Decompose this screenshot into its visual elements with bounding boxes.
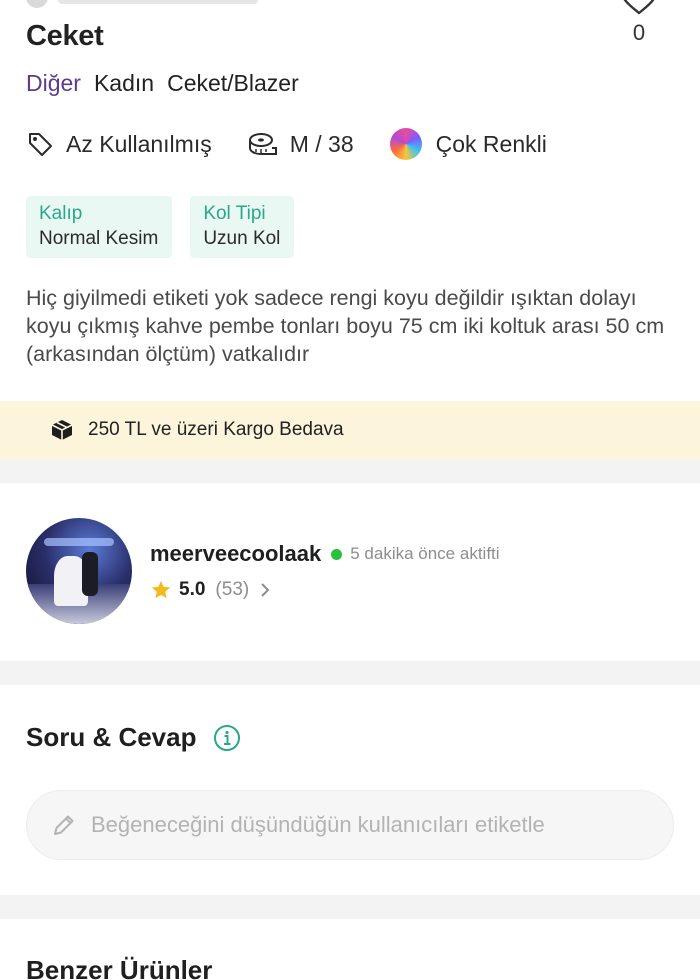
box-icon — [51, 420, 73, 440]
section-divider — [0, 459, 700, 483]
seller-last-active: 5 dakika önce aktifti — [350, 544, 500, 563]
tape-measure-icon — [248, 133, 277, 155]
qa-section-header: Soru & Cevap — [26, 722, 241, 753]
breadcrumb-item[interactable]: Ceket/Blazer — [167, 70, 299, 97]
color-text: Çok Renkli — [435, 130, 547, 157]
multicolor-swatch-icon — [389, 128, 422, 160]
seller-avatar[interactable] — [26, 518, 132, 624]
seller-card[interactable]: meerveecoolaak 5 dakika önce aktifti 5.0… — [26, 518, 500, 624]
spec-chip-value: Normal Kesim — [39, 228, 159, 249]
size-text: M / 38 — [289, 130, 354, 157]
top-text-stub — [58, 0, 258, 4]
condition-text: Az Kullanılmış — [66, 130, 212, 157]
breadcrumb-item[interactable]: Kadın — [94, 70, 154, 97]
tag-icon — [29, 133, 52, 156]
section-divider — [0, 895, 700, 919]
tag-users-input[interactable]: Beğeneceğini düşündüğün kullanıcıları et… — [26, 790, 674, 860]
section-divider — [0, 661, 700, 685]
spec-chips: Kalıp Normal Kesim Kol Tipi Uzun Kol — [26, 196, 295, 258]
seller-username[interactable]: meerveecoolaak — [150, 541, 321, 567]
product-description: Hiç giyilmedi etiketi yok sadece rengi k… — [26, 286, 665, 366]
free-shipping-banner: 250 TL ve üzeri Kargo Bedava — [0, 401, 700, 459]
info-icon[interactable] — [213, 724, 241, 752]
condition-attribute: Az Kullanılmış — [26, 130, 212, 158]
top-avatar-stub — [26, 0, 48, 8]
online-status-dot — [331, 548, 343, 560]
star-icon — [151, 580, 171, 599]
color-attribute: Çok Renkli — [389, 128, 547, 160]
spec-chip-value: Uzun Kol — [203, 228, 281, 249]
spec-chip-label: Kol Tipi — [203, 203, 266, 224]
similar-products-title: Benzer Ürünler — [26, 955, 213, 980]
free-shipping-text: 250 TL ve üzeri Kargo Bedava — [88, 419, 344, 440]
spec-chip: Kol Tipi Uzun Kol — [190, 196, 295, 258]
spec-chip-label: Kalıp — [39, 203, 83, 224]
chevron-right-icon — [261, 583, 270, 597]
rating-count: (53) — [215, 579, 250, 600]
qa-title: Soru & Cevap — [26, 722, 197, 752]
rating-value: 5.0 — [179, 579, 206, 600]
like-button[interactable]: 0 — [618, 0, 660, 46]
seller-info: meerveecoolaak 5 dakika önce aktifti 5.0… — [150, 541, 500, 601]
heart-icon — [623, 0, 655, 15]
seller-rating[interactable]: 5.0 (53) — [150, 579, 500, 601]
spec-chip: Kalıp Normal Kesim — [26, 196, 173, 258]
tag-users-placeholder: Beğeneceğini düşündüğün kullanıcıları et… — [91, 812, 545, 837]
pencil-icon — [54, 815, 74, 835]
product-title: Ceket — [26, 20, 104, 52]
size-attribute: M / 38 — [248, 131, 354, 158]
product-attributes: Az Kullanılmış M / 38 Çok Renkli — [26, 128, 583, 160]
like-count: 0 — [632, 20, 646, 45]
breadcrumb: Diğer Kadın Ceket/Blazer — [26, 70, 299, 97]
breadcrumb-brand-link[interactable]: Diğer — [26, 70, 81, 97]
